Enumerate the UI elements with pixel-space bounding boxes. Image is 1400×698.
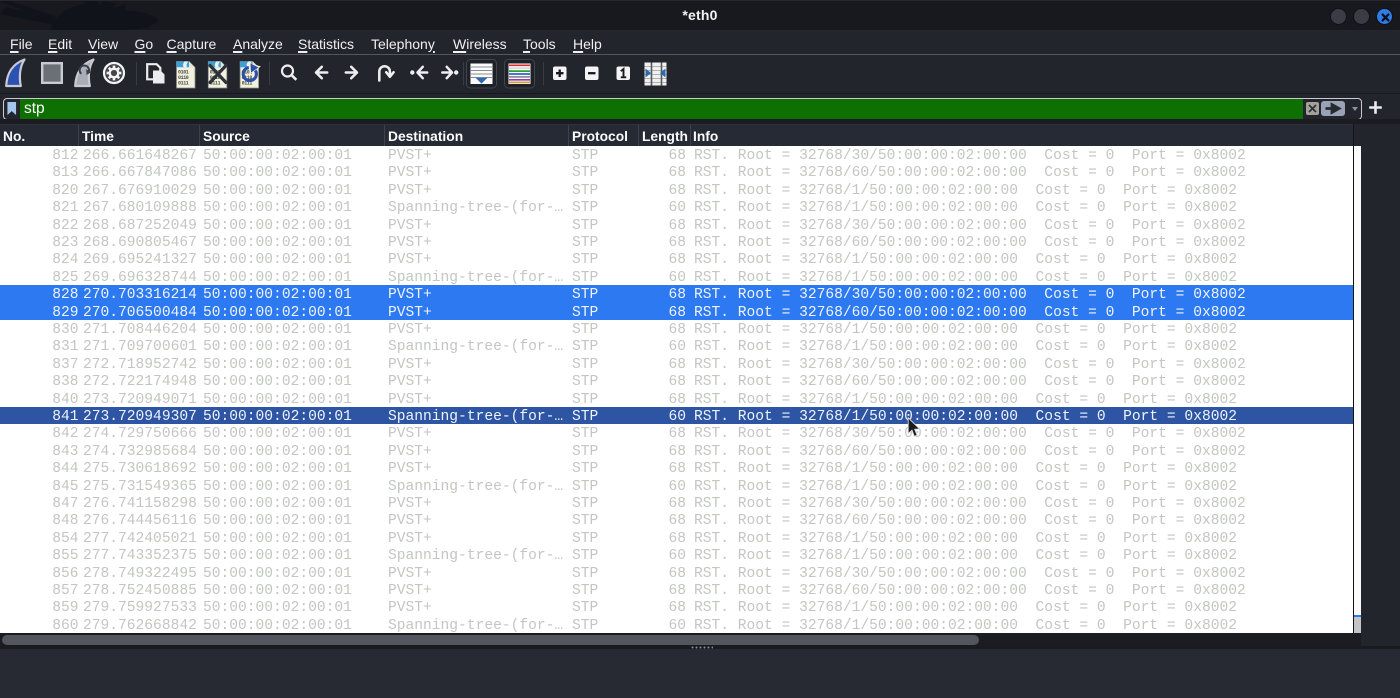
svg-text:0111: 0111 xyxy=(178,81,189,87)
